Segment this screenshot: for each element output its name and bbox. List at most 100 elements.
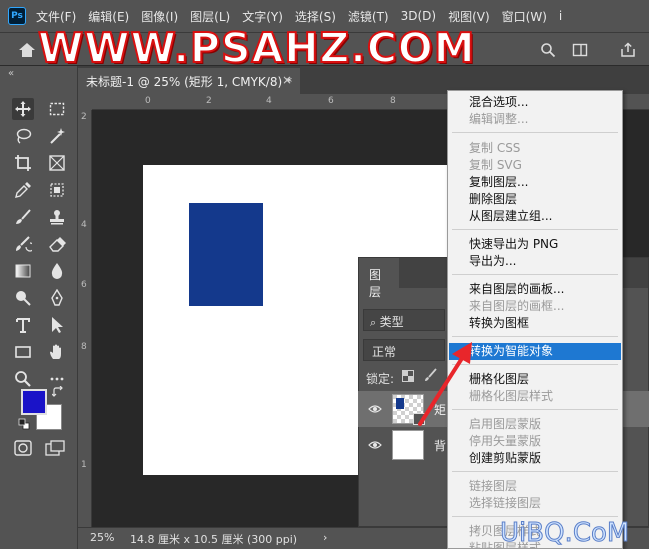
menu-item-rasterize-layer[interactable]: 栅格化图层 bbox=[449, 371, 621, 388]
menu-separator bbox=[452, 229, 618, 230]
magic-wand-tool-icon[interactable] bbox=[46, 125, 68, 147]
menu-view[interactable]: 视图(V) bbox=[448, 8, 490, 25]
menu-item-disable-vector-mask[interactable]: 停用矢量蒙版 bbox=[449, 433, 621, 450]
lock-label: 锁定: bbox=[366, 372, 395, 386]
history-brush-tool-icon[interactable] bbox=[12, 233, 34, 255]
menu-item-artboard-from-layers[interactable]: 来自图层的画板... bbox=[449, 281, 621, 298]
menu-item-convert-to-smart-object[interactable]: 转换为智能对象 bbox=[449, 343, 621, 360]
lasso-tool-icon[interactable] bbox=[12, 125, 34, 147]
watermark-text: WWW.PSAHZ.COM bbox=[37, 24, 476, 72]
menu-item-blending-options[interactable]: 混合选项... bbox=[449, 94, 621, 111]
eraser-tool-icon[interactable] bbox=[46, 233, 68, 255]
menu-filter[interactable]: 滤镜(T) bbox=[348, 8, 389, 25]
menu-item-link-layers[interactable]: 链接图层 bbox=[449, 478, 621, 495]
swap-colors-icon[interactable] bbox=[52, 386, 64, 398]
menu-item-select-linked-layers[interactable]: 选择链接图层 bbox=[449, 495, 621, 512]
ruler-tick-label: 6 bbox=[81, 280, 87, 290]
tab-layers[interactable]: 图层 bbox=[359, 258, 399, 299]
search-icon[interactable] bbox=[540, 42, 556, 58]
blur-tool-icon[interactable] bbox=[46, 260, 68, 282]
menu-item-export-as[interactable]: 导出为... bbox=[449, 253, 621, 270]
type-tool-icon[interactable] bbox=[12, 314, 34, 336]
rectangle-shape[interactable] bbox=[189, 203, 263, 306]
menu-item-copy-svg[interactable]: 复制 SVG bbox=[449, 157, 621, 174]
menu-layer[interactable]: 图层(L) bbox=[190, 8, 230, 25]
hand-tool-icon[interactable] bbox=[46, 341, 68, 363]
ruler-tick-label: 2 bbox=[81, 112, 87, 122]
rectangle-tool-icon[interactable] bbox=[12, 341, 34, 363]
menu-item-quick-export-png[interactable]: 快速导出为 PNG bbox=[449, 236, 621, 253]
layer-filter-label: 类型 bbox=[379, 315, 404, 329]
path-selection-tool-icon[interactable] bbox=[46, 314, 68, 336]
menu-file[interactable]: 文件(F) bbox=[36, 8, 76, 25]
zoom-tool-icon[interactable] bbox=[12, 368, 34, 390]
photoshop-logo-icon: Ps bbox=[8, 7, 26, 25]
move-tool-icon[interactable] bbox=[12, 98, 34, 120]
document-info: 14.8 厘米 x 10.5 厘米 (300 ppi) bbox=[130, 533, 298, 546]
menu-item-delete-layer[interactable]: 删除图层 bbox=[449, 191, 621, 208]
frame-tool-icon[interactable] bbox=[46, 152, 68, 174]
marquee-tool-icon[interactable] bbox=[46, 98, 68, 120]
foreground-color-swatch[interactable] bbox=[21, 389, 47, 415]
menu-type[interactable]: 文字(Y) bbox=[242, 8, 283, 25]
stamp-tool-icon[interactable] bbox=[46, 206, 68, 228]
ruler-tick-label: 0 bbox=[145, 96, 151, 106]
visibility-eye-icon[interactable] bbox=[368, 438, 382, 452]
ruler-tick-label: 4 bbox=[266, 96, 272, 106]
screen-mode-icon[interactable] bbox=[45, 440, 65, 456]
vertical-ruler[interactable]: 2 4 6 8 1 bbox=[78, 110, 92, 527]
lock-transparent-pixels-icon[interactable] bbox=[402, 370, 414, 382]
zoom-level[interactable]: 25% bbox=[90, 531, 114, 544]
share-icon[interactable] bbox=[620, 42, 636, 58]
ruler-tick-label: 4 bbox=[81, 220, 87, 230]
menu-window[interactable]: 窗口(W) bbox=[502, 8, 547, 25]
menu-separator bbox=[452, 132, 618, 133]
default-colors-icon[interactable] bbox=[18, 418, 30, 430]
layer-name[interactable]: 矩 bbox=[434, 401, 446, 418]
object-selection-tool-icon[interactable] bbox=[46, 179, 68, 201]
menu-item-rasterize-layer-style[interactable]: 栅格化图层样式 bbox=[449, 388, 621, 405]
eyedropper-tool-icon[interactable] bbox=[12, 179, 34, 201]
menu-item-convert-to-frame[interactable]: 转换为图框 bbox=[449, 315, 621, 332]
menu-item-edit-adjustment[interactable]: 编辑调整... bbox=[449, 111, 621, 128]
collapse-toolbar-icon[interactable]: « bbox=[8, 68, 14, 79]
home-icon[interactable] bbox=[18, 42, 36, 58]
menu-item-copy-css[interactable]: 复制 CSS bbox=[449, 140, 621, 157]
ruler-tick-label: 2 bbox=[206, 96, 212, 106]
layer-thumbnail bbox=[392, 430, 424, 460]
menu-item-frame-from-layers[interactable]: 来自图层的画框... bbox=[449, 298, 621, 315]
menu-item-duplicate-layer[interactable]: 复制图层... bbox=[449, 174, 621, 191]
menu-image[interactable]: 图像(I) bbox=[141, 8, 178, 25]
quick-mask-icon[interactable] bbox=[14, 440, 32, 456]
gradient-tool-icon[interactable] bbox=[12, 260, 34, 282]
menu-select[interactable]: 选择(S) bbox=[295, 8, 336, 25]
menu-edit[interactable]: 编辑(E) bbox=[88, 8, 129, 25]
blend-mode-select[interactable]: 正常 bbox=[363, 339, 445, 361]
menu-item-create-clipping-mask[interactable]: 创建剪贴蒙版 bbox=[449, 450, 621, 467]
workspace-icon[interactable] bbox=[572, 42, 588, 58]
menu-item-group-from-layers[interactable]: 从图层建立组... bbox=[449, 208, 621, 225]
ruler-tick-label: 6 bbox=[328, 96, 334, 106]
ruler-tick-label: 8 bbox=[390, 96, 396, 106]
pen-tool-icon[interactable] bbox=[46, 287, 68, 309]
menu-item-enable-layer-mask[interactable]: 启用图层蒙版 bbox=[449, 416, 621, 433]
crop-tool-icon[interactable] bbox=[12, 152, 34, 174]
status-menu-arrow-icon[interactable]: › bbox=[323, 531, 327, 544]
dodge-tool-icon[interactable] bbox=[12, 287, 34, 309]
search-icon: ⌕ bbox=[370, 316, 380, 329]
layer-thumbnail bbox=[392, 394, 425, 425]
menu-separator bbox=[452, 409, 618, 410]
brush-tool-icon[interactable] bbox=[12, 206, 34, 228]
layer-name[interactable]: 背 bbox=[434, 437, 446, 454]
lock-image-pixels-icon[interactable] bbox=[424, 368, 438, 382]
tools-panel: « bbox=[0, 66, 78, 549]
visibility-eye-icon[interactable] bbox=[368, 402, 382, 416]
menu-help[interactable]: i bbox=[559, 9, 562, 23]
close-tab-icon[interactable]: × bbox=[282, 73, 292, 87]
menu-3d[interactable]: 3D(D) bbox=[401, 9, 436, 23]
shape-layer-icon bbox=[413, 413, 425, 425]
ruler-corner[interactable] bbox=[78, 94, 92, 110]
watermark-text-bottom: UiBQ.CoM bbox=[499, 518, 630, 548]
ruler-tick-label: 1 bbox=[81, 460, 87, 470]
layer-filter-select[interactable]: ⌕ 类型 bbox=[363, 309, 445, 331]
